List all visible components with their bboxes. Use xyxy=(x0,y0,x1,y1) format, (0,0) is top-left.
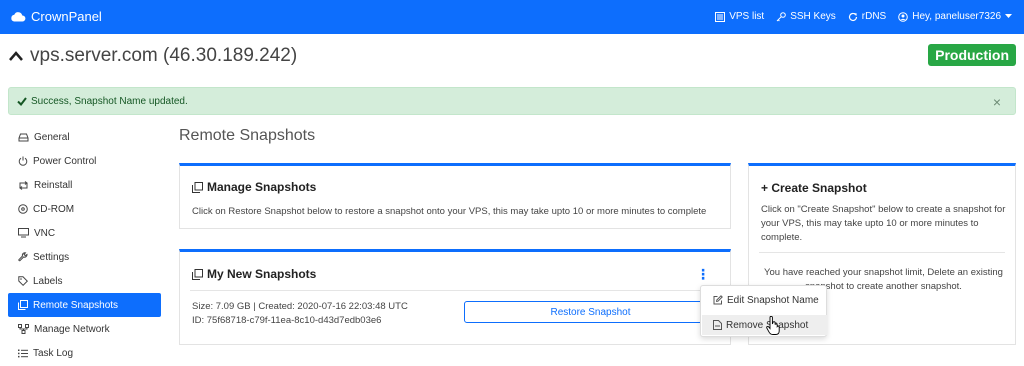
sidebar-item-label: Power Control xyxy=(33,155,97,167)
sidebar: General Power Control Reinstall CD-ROM V… xyxy=(8,125,161,365)
manage-snapshots-title: Manage Snapshots xyxy=(192,180,316,194)
sidebar-item-cd-rom[interactable]: CD-ROM xyxy=(8,197,161,221)
tag-icon xyxy=(18,276,28,286)
network-icon xyxy=(18,324,29,334)
key-icon xyxy=(776,11,787,21)
nav-vps-list-label: VPS list xyxy=(729,11,765,22)
hand-cursor-icon xyxy=(766,316,780,335)
restore-snapshot-button[interactable]: Restore Snapshot xyxy=(464,301,717,323)
page-title: Remote Snapshots xyxy=(179,127,316,144)
nav-rdns-label: rDNS xyxy=(861,11,887,22)
card-divider xyxy=(190,290,720,291)
snapshot-id: ID: 75f68718-c79f-11ea-8c10-d43d7edb03e6 xyxy=(192,315,382,326)
server-list-icon xyxy=(715,11,726,22)
wrench-icon xyxy=(18,252,28,262)
sidebar-item-label: Task Log xyxy=(33,347,74,359)
sidebar-item-remote-snapshots[interactable]: Remote Snapshots xyxy=(8,293,161,317)
close-icon[interactable]: × xyxy=(993,94,1001,110)
sidebar-item-label: Settings xyxy=(33,251,70,263)
brand-name: CrownPanel xyxy=(31,9,102,24)
snapshot-meta: Size: 7.09 GB | Created: 2020-07-16 22:0… xyxy=(192,301,408,312)
sidebar-item-label: VNC xyxy=(34,227,56,239)
sidebar-item-label: General xyxy=(34,131,70,143)
sidebar-item-labels[interactable]: Labels xyxy=(8,269,161,293)
sidebar-item-reinstall[interactable]: Reinstall xyxy=(8,173,161,197)
remove-snapshot-item[interactable]: Remove Snapshot xyxy=(702,315,827,335)
edit-snapshot-name-label: Edit Snapshot Name xyxy=(727,294,819,306)
copy-icon xyxy=(192,268,203,280)
my-snapshots-title: My New Snapshots xyxy=(192,267,316,281)
my-snapshots-heading: My New Snapshots xyxy=(207,267,317,281)
top-navbar: CrownPanel VPS list SSH Keys rDNS Hey, p… xyxy=(0,0,1024,34)
sidebar-item-power-control[interactable]: Power Control xyxy=(8,149,161,173)
sidebar-item-label: Reinstall xyxy=(34,179,73,191)
nav-ssh-keys-label: SSH Keys xyxy=(790,11,836,22)
edit-snapshot-name-item[interactable]: Edit Snapshot Name xyxy=(702,290,827,310)
user-icon xyxy=(898,11,909,22)
nav-vps-list[interactable]: VPS list xyxy=(715,11,764,22)
sidebar-item-vnc[interactable]: VNC xyxy=(8,221,161,245)
server-title: vps.server.com (46.30.189.242) xyxy=(8,45,297,67)
nav-rdns[interactable]: rDNS xyxy=(848,11,886,22)
server-name: vps.server.com (46.30.189.242) xyxy=(30,45,298,66)
sidebar-item-task-log[interactable]: Task Log xyxy=(8,341,161,365)
refresh-icon xyxy=(848,12,857,21)
file-icon xyxy=(713,320,722,330)
caret-down-icon xyxy=(1005,14,1012,18)
sidebar-item-label: CD-ROM xyxy=(33,203,75,215)
success-alert: Success, Snapshot Name updated. × xyxy=(8,87,1016,115)
card-divider xyxy=(759,252,1005,253)
manage-snapshots-heading: Manage Snapshots xyxy=(207,180,317,194)
check-icon xyxy=(17,97,27,106)
list-icon xyxy=(18,349,28,357)
copy-icon xyxy=(192,181,203,193)
retweet-icon xyxy=(19,180,28,190)
sidebar-item-label: Manage Network xyxy=(34,323,110,335)
manage-snapshots-card: Manage Snapshots Click on Restore Snapsh… xyxy=(179,163,731,229)
brand-logo[interactable]: CrownPanel xyxy=(10,9,102,24)
monitor-icon xyxy=(18,228,29,238)
disc-icon xyxy=(18,204,28,214)
server-header: vps.server.com (46.30.189.242) Productio… xyxy=(8,43,1016,71)
sidebar-item-settings[interactable]: Settings xyxy=(8,245,161,269)
copy-icon xyxy=(18,300,28,310)
cloud-icon xyxy=(11,12,26,22)
snapshot-options-icon[interactable]: ⋮ xyxy=(696,267,710,281)
user-menu-label: Hey, paneluser7326 xyxy=(912,11,1001,22)
environment-badge: Production xyxy=(928,44,1016,66)
nav-ssh-keys[interactable]: SSH Keys xyxy=(776,11,836,22)
sidebar-item-label: Remote Snapshots xyxy=(33,299,119,311)
power-icon xyxy=(18,156,28,166)
sidebar-item-general[interactable]: General xyxy=(8,125,161,149)
chevron-up-icon[interactable] xyxy=(8,50,24,62)
create-snapshot-text: Click on "Create Snapshot" below to crea… xyxy=(761,204,1006,243)
manage-snapshots-text: Click on Restore Snapshot below to resto… xyxy=(192,206,707,217)
snapshot-options-menu: Edit Snapshot Name Remove Snapshot xyxy=(700,285,827,337)
alert-message: Success, Snapshot Name updated. xyxy=(31,96,188,107)
create-snapshot-heading: + Create Snapshot xyxy=(761,181,867,195)
sidebar-item-manage-network[interactable]: Manage Network xyxy=(8,317,161,341)
hdd-icon xyxy=(18,133,29,141)
edit-icon xyxy=(713,295,723,305)
user-menu[interactable]: Hey, paneluser7326 xyxy=(898,11,1012,22)
my-snapshots-card: My New Snapshots ⋮ Size: 7.09 GB | Creat… xyxy=(179,249,731,345)
sidebar-item-label: Labels xyxy=(33,275,63,287)
